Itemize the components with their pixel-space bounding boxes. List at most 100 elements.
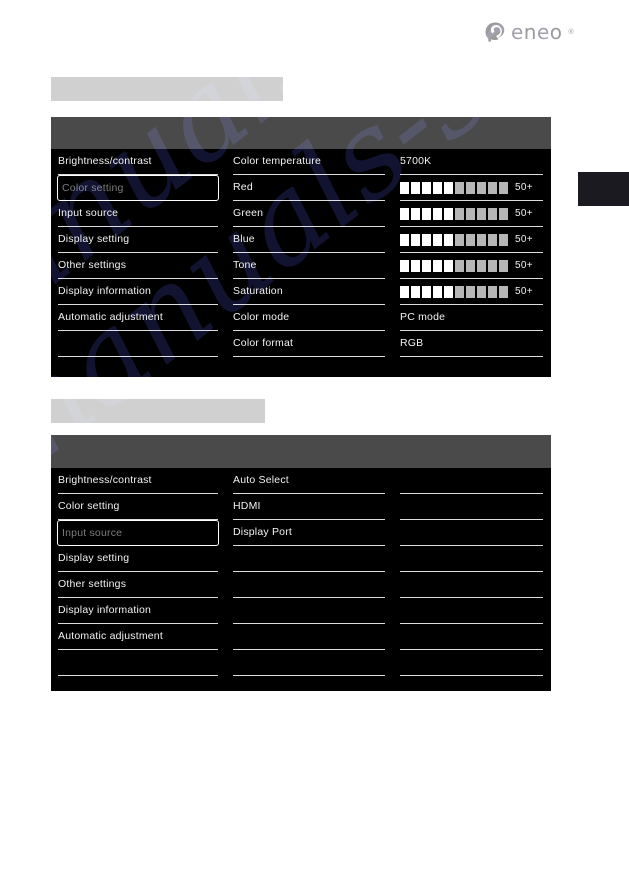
osd-slider-segment-off [466, 259, 475, 272]
osd-slider-track[interactable]: 50+ [400, 233, 533, 246]
osd-menu-item-label: Display setting [58, 233, 130, 246]
osd-menu-item[interactable]: Brightness/contrast [58, 468, 218, 494]
osd-menu-item[interactable] [58, 650, 218, 676]
osd-menu-item[interactable]: Tone [233, 253, 385, 279]
osd-slider-track[interactable]: 50+ [400, 259, 533, 272]
osd-value-text[interactable] [400, 468, 543, 494]
osd-menu-item-label: Display information [58, 285, 152, 298]
osd-menu-item-label: Green [233, 207, 264, 220]
osd-value-text[interactable] [400, 546, 543, 572]
osd-menu-item-label: Display information [58, 604, 152, 617]
osd-slider-segment-on [411, 207, 420, 220]
osd-menu-item[interactable]: Display setting [58, 546, 218, 572]
osd-slider-segment-on [444, 285, 453, 298]
osd-menu-item-label: Auto Select [233, 474, 289, 487]
osd-value-text[interactable] [400, 598, 543, 624]
osd-value-slider[interactable]: 50+ [400, 227, 543, 253]
osd-menu-item[interactable]: Automatic adjustment [58, 305, 218, 331]
osd-menu-item[interactable]: Auto Select [233, 468, 385, 494]
osd-slider-segment-off [455, 285, 464, 298]
brand-wordmark: eneo [511, 20, 563, 44]
osd-menu-item[interactable]: Color mode [233, 305, 385, 331]
osd-slider-segment-on [444, 207, 453, 220]
osd-menu-item[interactable] [233, 624, 385, 650]
osd-value-text[interactable]: 5700K [400, 149, 543, 175]
osd-menu-item[interactable]: Color temperature [233, 149, 385, 175]
osd-menu-item[interactable] [233, 598, 385, 624]
osd-menu-item[interactable]: Automatic adjustment [58, 624, 218, 650]
osd-slider-segment-on [433, 259, 442, 272]
osd-menu-item[interactable]: Red [233, 175, 385, 201]
osd-value-slider[interactable]: 50+ [400, 253, 543, 279]
osd-slider-segment-on [411, 285, 420, 298]
osd-menu-item-label: Red [233, 181, 253, 194]
osd-slider-segment-on [422, 233, 431, 246]
osd-menu-item[interactable]: Other settings [58, 253, 218, 279]
osd-slider-segment-off [455, 181, 464, 194]
osd-slider-segment-off [477, 181, 486, 194]
osd-slider-segment-off [455, 259, 464, 272]
osd-menu-item-label: Saturation [233, 285, 283, 298]
osd-value-text[interactable] [400, 494, 543, 520]
osd-slider-track[interactable]: 50+ [400, 207, 533, 220]
osd-slider-segment-off [455, 233, 464, 246]
osd-main-menu-column[interactable]: Brightness/contrast Color setting Input so… [51, 149, 226, 377]
osd-menu-item[interactable]: Display setting [58, 227, 218, 253]
osd-menu-item[interactable]: Input source [58, 201, 218, 227]
osd-menu-item[interactable]: Saturation [233, 279, 385, 305]
osd-submenu-column[interactable]: Auto Select HDMI Display Port [226, 468, 393, 691]
osd-value-text[interactable] [400, 520, 543, 546]
osd-value-text[interactable] [400, 624, 543, 650]
osd-slider-segment-on [400, 233, 409, 246]
osd-slider-track[interactable]: 50+ [400, 285, 533, 298]
osd-value-slider[interactable]: 50+ [400, 279, 543, 305]
osd-slider-value-label: 50+ [515, 233, 533, 245]
osd-menu-item[interactable] [58, 331, 218, 357]
osd-menu-item[interactable]: Color format [233, 331, 385, 357]
osd-titlebar [51, 435, 551, 468]
osd-slider-segment-off [488, 233, 497, 246]
osd-menu-item[interactable] [233, 572, 385, 598]
osd-slider-segment-off [477, 259, 486, 272]
osd-menu-item[interactable]: HDMI [233, 494, 385, 520]
osd-slider-segment-off [499, 181, 508, 194]
osd-menu-item[interactable]: Display Port [233, 520, 385, 546]
osd-value-label: RGB [400, 337, 424, 350]
osd-menu-item-selected[interactable]: Input source [57, 520, 219, 546]
osd-slider-segment-on [422, 207, 431, 220]
osd-menu-panel-input-source: Brightness/contrast Color setting Input so… [51, 435, 551, 691]
osd-value-text[interactable] [400, 650, 543, 676]
osd-value-text[interactable] [400, 572, 543, 598]
osd-value-text[interactable]: PC mode [400, 305, 543, 331]
osd-slider-segment-on [422, 259, 431, 272]
osd-slider-segment-off [488, 259, 497, 272]
osd-value-column[interactable]: 5700K 50+ 50+ 50+ 50+ 50+ PC mode RGB [393, 149, 551, 377]
osd-value-column[interactable] [393, 468, 551, 691]
osd-menu-item[interactable]: Color setting [58, 494, 218, 520]
osd-menu-item-label: Display Port [233, 526, 293, 539]
osd-menu-item[interactable] [233, 546, 385, 572]
caption-bar-1 [51, 77, 283, 101]
osd-menu-item[interactable]: Blue [233, 227, 385, 253]
osd-slider-segment-off [455, 207, 464, 220]
osd-submenu-column[interactable]: Color temperature Red Green Blue Tone Saturat… [226, 149, 393, 377]
osd-menu-item[interactable] [233, 650, 385, 676]
osd-menu-item[interactable]: Brightness/contrast [58, 149, 218, 175]
osd-menu-item-label: Tone [233, 259, 257, 272]
osd-value-slider[interactable]: 50+ [400, 201, 543, 227]
osd-value-text[interactable]: RGB [400, 331, 543, 357]
osd-menu-item[interactable]: Green [233, 201, 385, 227]
osd-value-slider[interactable]: 50+ [400, 175, 543, 201]
eneo-camera-logo-icon [485, 22, 505, 42]
osd-menu-item[interactable]: Other settings [58, 572, 218, 598]
osd-menu-item-label: Color setting [62, 181, 124, 194]
osd-main-menu-column[interactable]: Brightness/contrast Color setting Input so… [51, 468, 226, 691]
osd-slider-track[interactable]: 50+ [400, 181, 533, 194]
osd-slider-segment-off [499, 207, 508, 220]
osd-menu-item-selected[interactable]: Color setting [57, 175, 219, 201]
osd-value-label: PC mode [400, 311, 446, 324]
osd-slider-value-label: 50+ [515, 207, 533, 219]
osd-menu-item[interactable]: Display information [58, 279, 218, 305]
osd-slider-segment-on [433, 207, 442, 220]
osd-menu-item[interactable]: Display information [58, 598, 218, 624]
